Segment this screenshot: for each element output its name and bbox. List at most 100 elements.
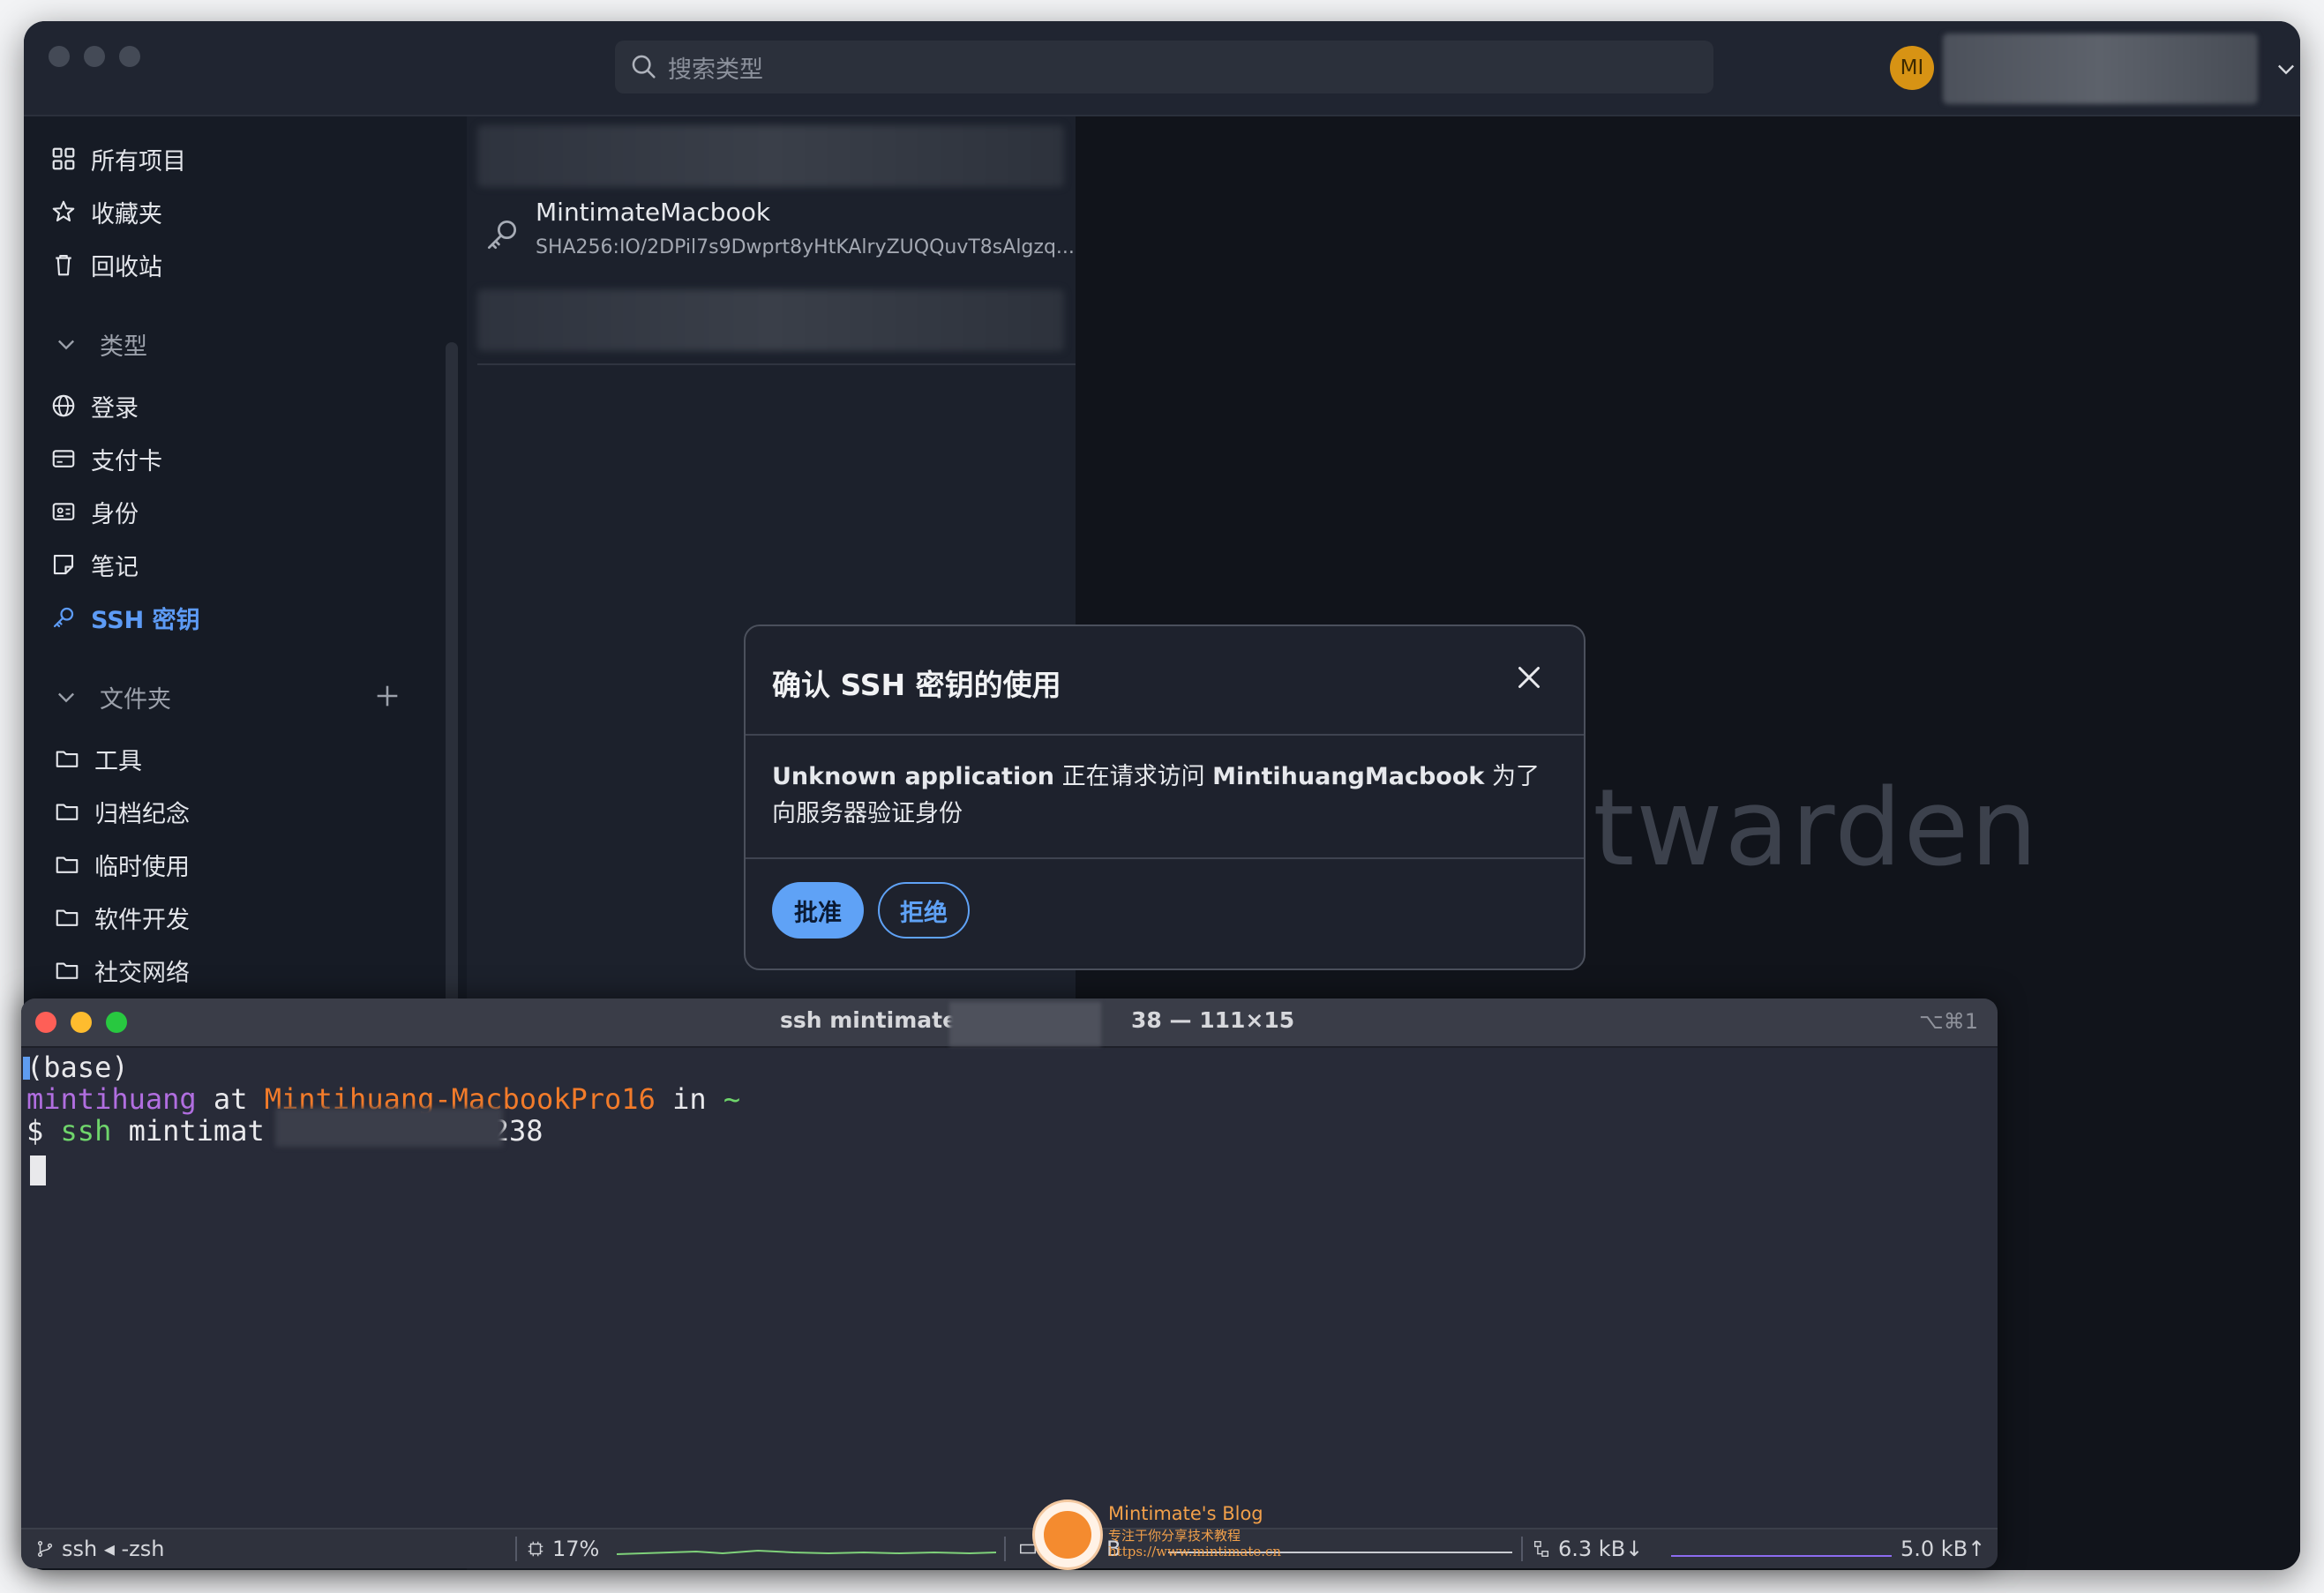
sidebar-folder-social[interactable]: 社交网络 [54,951,190,990]
note-icon [53,554,74,575]
key-icon [53,607,74,628]
sidebar-item-label: 临时使用 [94,853,190,881]
chevron-down-icon [58,340,74,350]
command-args: mintimat [111,1114,265,1148]
avatar[interactable]: MI [1890,46,1934,90]
sidebar-item-card[interactable]: 支付卡 [50,439,162,478]
zoom-window-button[interactable] [106,1012,127,1033]
minimize-window-button[interactable] [71,1012,92,1033]
section-label: 文件夹 [100,685,171,714]
cpu-icon [528,1541,544,1557]
sidebar-item-trash[interactable]: 回收站 [50,245,162,284]
globe-icon [52,394,75,417]
dialog-message: Unknown application 正在请求访问 MintihuangMac… [772,759,1557,833]
dialog-title: 确认 SSH 密钥的使用 [772,668,1061,702]
sidebar-folder-software-dev[interactable]: 软件开发 [54,898,190,937]
grid-icon [52,147,75,170]
prompt-symbol: $ [26,1114,61,1148]
sidebar-item-label: 登录 [91,394,139,423]
minimize-window-button[interactable] [84,46,105,67]
sidebar-item-label: 笔记 [91,553,139,581]
session-indicator[interactable]: ssh ◂ -zsh [35,1537,165,1561]
search-placeholder: 搜索类型 [668,56,763,84]
status-divider [1521,1537,1523,1561]
section-label: 类型 [100,333,147,361]
folder-icon [56,962,79,979]
session-label: ssh ◂ -zsh [62,1537,165,1561]
branch-icon [37,1541,53,1557]
prompt-text: at [196,1082,265,1116]
sidebar-item-all-items[interactable]: 所有项目 [50,139,186,178]
status-divider [515,1537,517,1561]
sidebar-item-label: 回收站 [91,253,162,281]
text-cursor [30,1155,46,1185]
account-name-redacted[interactable] [1943,34,2258,104]
network-graph [1671,1555,1892,1557]
network-down-indicator: 6.3 kB↓ [1532,1537,1643,1561]
sidebar-item-label: 支付卡 [91,447,162,475]
close-icon[interactable] [1513,662,1545,693]
sidebar-folder-temporary[interactable]: 临时使用 [54,845,190,884]
sidebar-folder-archive[interactable]: 归档纪念 [54,792,190,831]
ssh-confirm-dialog: 确认 SSH 密钥的使用 Unknown application 正在请求访问 … [744,624,1586,970]
chevron-down-icon[interactable] [2274,56,2298,81]
deny-button[interactable]: 拒绝 [878,882,970,939]
prompt-text: in [655,1082,723,1116]
bitwarden-logo-text: itwarden [1562,767,2040,890]
chevron-down-icon [58,692,74,703]
sidebar-item-note[interactable]: 笔记 [50,545,139,584]
dialog-divider [746,734,1584,736]
list-item-fingerprint: SHA256:IO/2DPil7s9Dwprt8yHtKAlryZUQQuvT8… [536,236,1075,258]
terminal-status-bar: ssh ◂ -zsh 17% B 6.3 kB↓ 5.0 kB↑ [21,1528,1998,1568]
sidebar-item-ssh-key[interactable]: SSH 密钥 [50,598,200,637]
conda-env: (base) [26,1051,129,1084]
id-card-icon [52,503,75,520]
sidebar-item-login[interactable]: 登录 [50,386,139,425]
blog-watermark-title: Mintimate's Blog [1108,1503,1263,1524]
folder-icon [56,751,79,767]
command-name: ssh [60,1114,112,1148]
cpu-graph [617,1549,996,1555]
search-input[interactable]: 搜索类型 [615,41,1713,93]
sidebar-folder-tools[interactable]: 工具 [54,739,142,778]
blog-logo-mark [1044,1511,1091,1559]
tab-shortcut: ⌥⌘1 [1919,1009,1978,1034]
star-icon [52,200,75,222]
approve-button[interactable]: 批准 [772,882,864,939]
search-icon [632,55,656,79]
key-icon [487,220,517,250]
command-redaction [275,1108,503,1147]
sidebar-item-favorites[interactable]: 收藏夹 [50,192,162,231]
cpu-value: 17% [552,1537,600,1561]
close-window-button[interactable] [49,46,70,67]
message-text: 正在请求访问 [1053,763,1213,790]
folder-icon [56,804,79,820]
add-folder-icon[interactable] [372,681,402,711]
network-up-indicator: 5.0 kB↑ [1900,1537,1985,1561]
list-item-title[interactable]: MintimateMacbook [536,198,770,227]
folders-section-header[interactable]: 文件夹 [54,677,171,716]
sidebar-item-label: 软件开发 [94,906,190,934]
sidebar-item-label: 收藏夹 [91,200,162,228]
blog-watermark-url: https://www.mintimate.cn [1108,1544,1282,1559]
blog-watermark-subtitle: 专注于你分享技术教程 [1108,1528,1241,1544]
terminal-output[interactable]: (base) mintihuang at Mintihuang-MacbookP… [23,1051,1998,1528]
title-redaction [949,1002,1101,1046]
cpu-indicator: 17% [526,1537,599,1561]
terminal-window: ssh mintimate@ 38 — 111×15 ⌥⌘1 (base) min… [21,998,1998,1568]
sidebar-item-identity[interactable]: 身份 [50,492,139,531]
list-item-redacted[interactable] [477,125,1064,187]
folder-icon [56,909,79,926]
key-name: MintihuangMacbook [1212,763,1485,790]
types-section-header[interactable]: 类型 [54,325,147,363]
list-item-redacted[interactable] [477,289,1064,351]
sidebar-item-label: 工具 [94,747,142,775]
close-window-button[interactable] [35,1012,56,1033]
list-divider [477,363,1076,365]
zoom-window-button[interactable] [119,46,140,67]
sidebar-item-label: 身份 [91,500,139,528]
sidebar-item-label: 社交网络 [94,959,190,987]
title-bar: 搜索类型 MI [24,21,2300,116]
title-text: 38 — 111×15 [1131,1007,1295,1033]
folder-icon [56,856,79,873]
